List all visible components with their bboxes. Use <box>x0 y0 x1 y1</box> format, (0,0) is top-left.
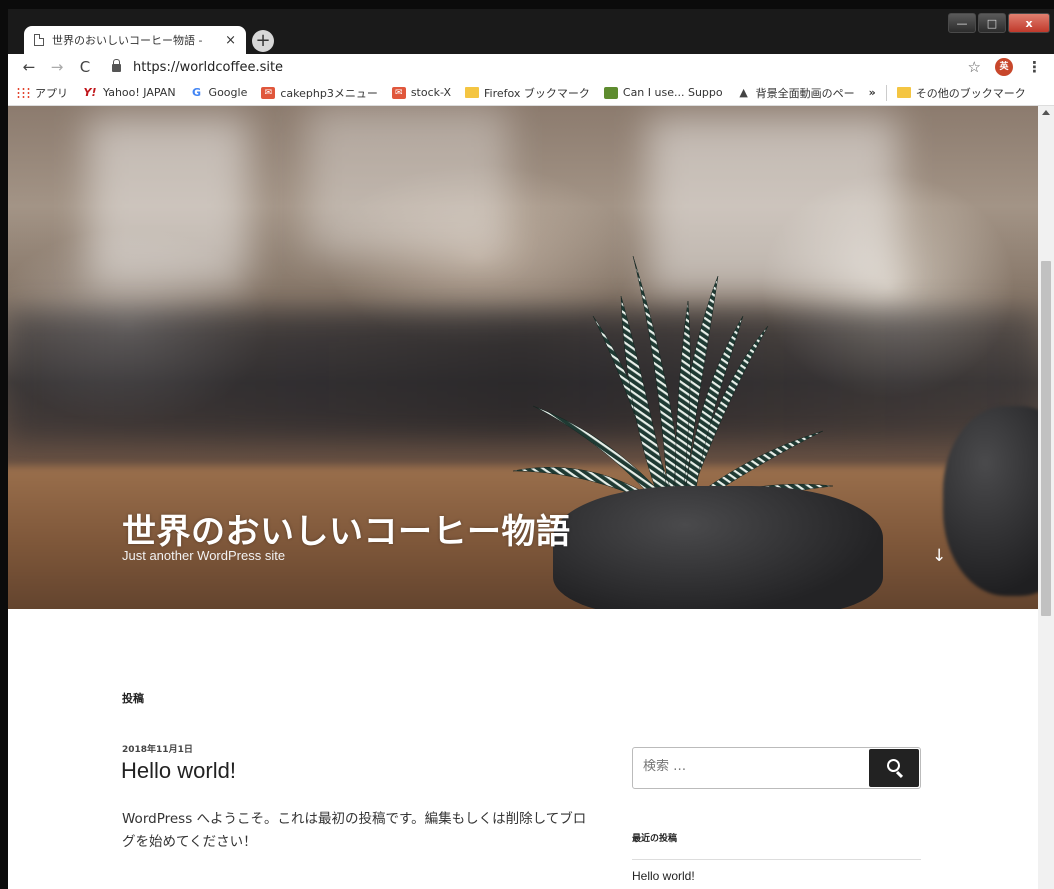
hero-background-light <box>88 116 248 286</box>
folder-icon <box>896 87 911 98</box>
bookmarks-divider <box>885 84 887 101</box>
post-date[interactable]: 2018年11月1日 <box>122 742 193 755</box>
scrollbar-thumb[interactable] <box>1041 261 1051 616</box>
bookmark-google[interactable]: G Google <box>190 85 248 99</box>
close-window-button[interactable]: x <box>1008 13 1050 33</box>
bookmark-label: Can I use... Suppo <box>622 86 723 99</box>
bookmark-label: Firefox ブックマーク <box>483 86 590 100</box>
apps-icon <box>16 86 30 99</box>
post-title[interactable]: Hello world! <box>121 758 236 784</box>
hero-background-light <box>308 106 508 256</box>
search-icon <box>887 759 900 772</box>
window-controls: — □ x <box>948 13 1050 33</box>
tab-title: 世界のおいしいコーヒー物語 - <box>52 34 203 47</box>
posts-heading: 投稿 <box>122 692 144 705</box>
bookmark-label: stock-X <box>410 86 451 99</box>
browser-window: 世界のおいしいコーヒー物語 - × + — □ x ← → C https://… <box>8 9 1054 889</box>
site-tagline: Just another WordPress site <box>122 548 286 563</box>
search-input[interactable] <box>643 759 863 774</box>
post-excerpt: WordPress へようこそ。これは最初の投稿です。編集もしくは削除してブログ… <box>122 811 587 850</box>
forward-button[interactable]: → <box>48 58 66 76</box>
bookmark-star-icon[interactable]: ☆ <box>968 58 981 76</box>
search-form <box>632 747 921 789</box>
bookmark-label: その他のブックマーク <box>915 86 1026 100</box>
tab-strip: 世界のおいしいコーヒー物語 - × + — □ x <box>8 9 1054 54</box>
bookmark-caniuse[interactable]: Can I use... Suppo <box>603 86 723 99</box>
caniuse-icon <box>603 86 618 99</box>
folder-icon <box>464 87 479 98</box>
google-icon: G <box>192 85 202 99</box>
url-text: https://worldcoffee.site <box>133 59 284 75</box>
bookmarks-bar: アプリ Y! Yahoo! JAPAN G Google ✉ cakephp3メニュー… <box>8 80 1054 106</box>
bookmark-firefox-folder[interactable]: Firefox ブックマーク <box>464 85 590 101</box>
browser-menu-button[interactable]: ⋮ <box>1027 58 1042 76</box>
reload-button[interactable]: C <box>76 58 94 76</box>
extension-icon[interactable]: 英 <box>995 58 1013 76</box>
minimize-button[interactable]: — <box>948 13 976 33</box>
page-viewport: 世界のおいしいコーヒー物語 Just another WordPress sit… <box>8 106 1038 889</box>
tab-close-button[interactable]: × <box>225 33 236 48</box>
recent-posts-heading: 最近の投稿 <box>632 834 678 844</box>
recent-post-link[interactable]: Hello world! <box>632 860 921 889</box>
site-title[interactable]: 世界のおいしいコーヒー物語 <box>122 504 571 553</box>
lock-icon <box>112 59 121 72</box>
bookmarks-overflow-button[interactable]: » <box>869 86 876 99</box>
bookmark-yahoo[interactable]: Y! Yahoo! JAPAN <box>82 86 176 99</box>
page-scrollbar[interactable] <box>1038 106 1054 889</box>
document-icon <box>34 34 44 46</box>
hero-pot <box>553 486 883 609</box>
bookmark-apps[interactable]: アプリ <box>16 85 68 101</box>
browser-toolbar: ← → C https://worldcoffee.site ☆ 英 ⋮ <box>8 54 1054 80</box>
address-bar[interactable]: https://worldcoffee.site <box>112 59 968 75</box>
bookmark-label: 背景全面動画のペー <box>755 86 855 100</box>
cake-icon: ✉ <box>391 86 406 99</box>
bookmark-background-video[interactable]: ▲ 背景全面動画のペー <box>737 85 855 101</box>
hero-header: 世界のおいしいコーヒー物語 Just another WordPress sit… <box>8 106 1038 609</box>
bookmark-other[interactable]: その他のブックマーク <box>896 85 1026 101</box>
search-button[interactable] <box>869 749 919 787</box>
bookmark-label: Google <box>208 86 248 99</box>
yahoo-icon: Y! <box>83 85 97 99</box>
bookmark-label: cakephp3メニュー <box>280 86 378 100</box>
cake-icon: ✉ <box>261 86 276 99</box>
recent-posts-list: Hello world! <box>632 859 921 889</box>
back-button[interactable]: ← <box>20 58 38 76</box>
background-icon: ▲ <box>739 85 748 99</box>
succulent-plant-image <box>512 256 834 507</box>
bookmark-stockx[interactable]: ✉ stock-X <box>391 86 451 99</box>
bookmark-label: Yahoo! JAPAN <box>103 86 176 99</box>
scroll-down-arrow-icon[interactable]: ↓ <box>932 546 946 566</box>
scroll-up-arrow-icon[interactable] <box>1042 110 1050 115</box>
bookmark-cakephp[interactable]: ✉ cakephp3メニュー <box>261 85 378 101</box>
maximize-button[interactable]: □ <box>978 13 1006 33</box>
bookmark-label: アプリ <box>35 86 68 100</box>
tab-active[interactable]: 世界のおいしいコーヒー物語 - × <box>24 26 246 54</box>
new-tab-button[interactable]: + <box>252 30 274 52</box>
